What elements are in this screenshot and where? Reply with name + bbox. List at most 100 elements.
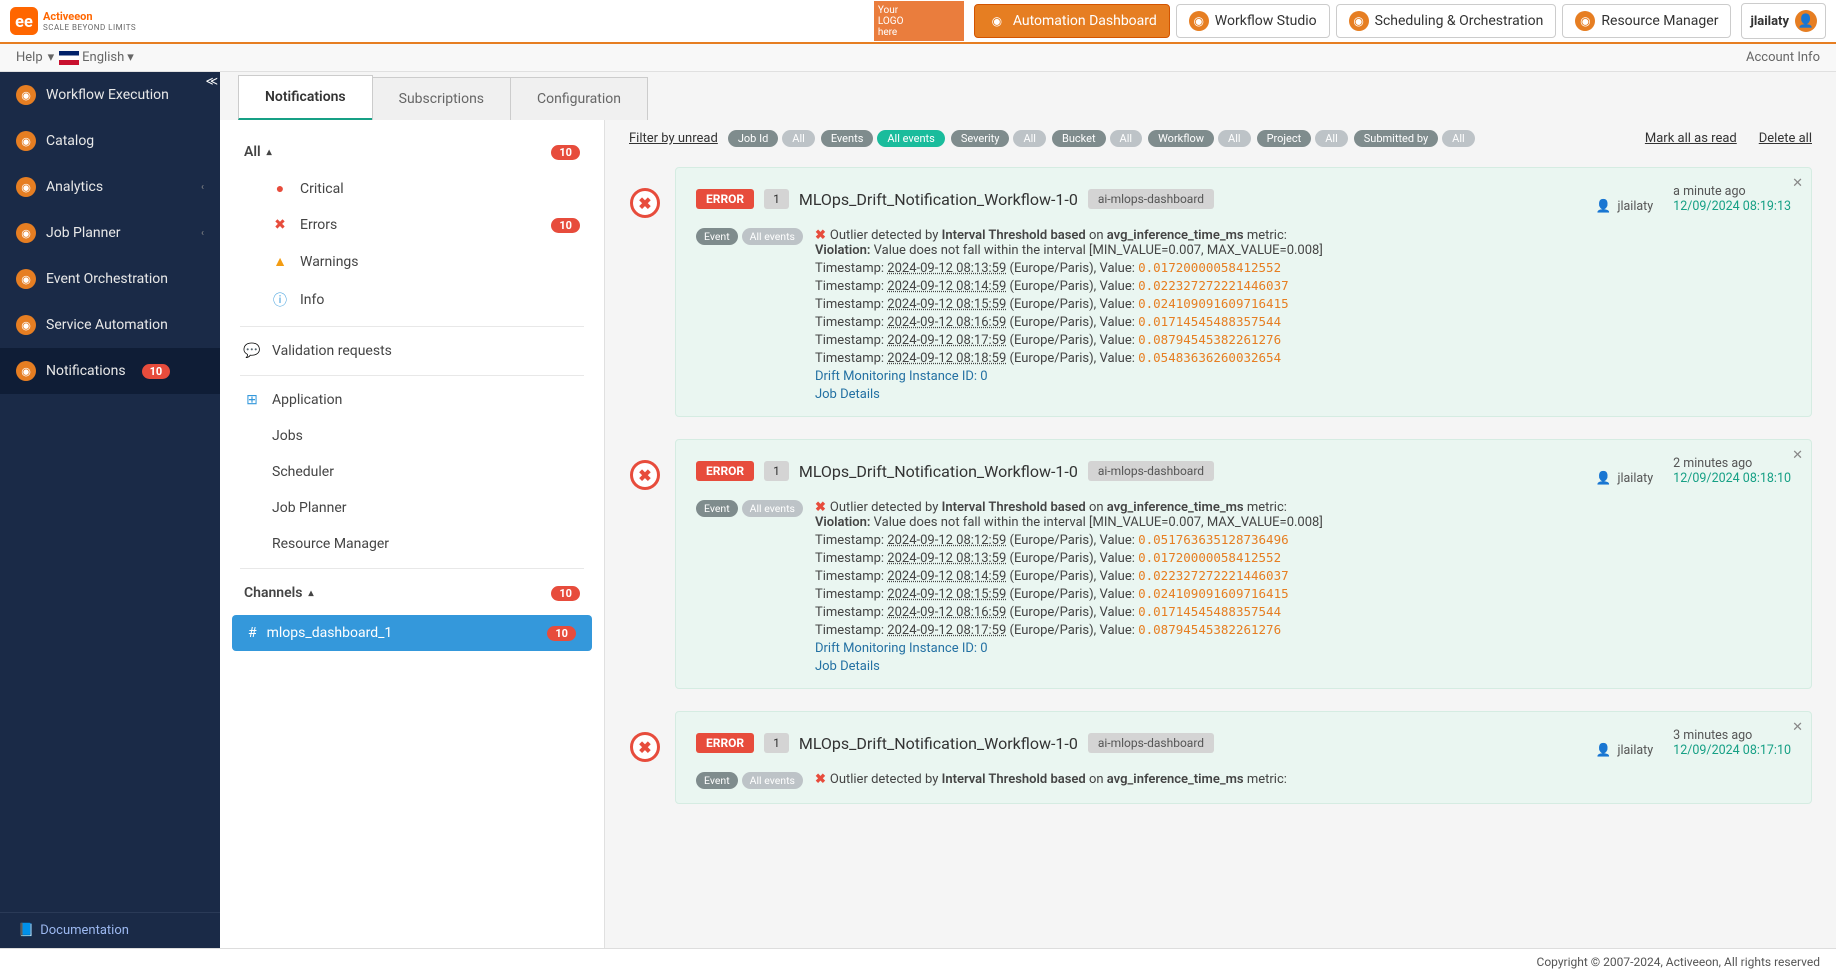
event-chip-option[interactable]: All events: [742, 772, 803, 789]
nav-btn-workflow-studio[interactable]: ◉Workflow Studio: [1176, 4, 1330, 38]
filter-warnings[interactable]: ▲Warnings: [220, 243, 604, 280]
filter-validation-requests[interactable]: 💬 Validation requests: [220, 333, 604, 369]
nav-label: Resource Manager: [1601, 13, 1718, 29]
collapse-sidebar-icon[interactable]: ≪: [205, 74, 218, 88]
user-menu[interactable]: jlailaty 👤: [1741, 3, 1826, 39]
card-body: EventAll events✖Outlier detected by Inte…: [696, 486, 1791, 674]
severity-badge: ERROR: [696, 189, 754, 209]
timestamp-value: 2024-09-12 08:15:59: [887, 297, 1006, 312]
filter-by-unread-link[interactable]: Filter by unread: [629, 131, 718, 146]
filter-sub-job-planner[interactable]: Job Planner: [220, 490, 604, 526]
filter-info[interactable]: ⓘInfo: [220, 280, 604, 320]
help-menu[interactable]: Help ▾: [16, 50, 54, 65]
channel-mlops_dashboard_1[interactable]: #mlops_dashboard_110: [232, 615, 592, 651]
event-chip-label[interactable]: Event: [696, 228, 738, 245]
sidebar-item-label: Catalog: [46, 133, 94, 149]
event-chip-option[interactable]: All events: [742, 500, 803, 517]
dismiss-icon[interactable]: ✖: [630, 460, 660, 490]
metric-value: 0.022327272221446037: [1138, 568, 1289, 583]
filter-all[interactable]: All ▴ 10: [220, 134, 604, 170]
chip-group-bucket: BucketAll: [1052, 130, 1142, 147]
mark-all-read-link[interactable]: Mark all as read: [1645, 131, 1737, 146]
filter-application[interactable]: ⊞ Application: [220, 382, 604, 418]
chip-option[interactable]: All: [1218, 130, 1251, 147]
hash-icon: #: [248, 625, 257, 641]
instance-link[interactable]: Drift Monitoring Instance ID: 0: [815, 369, 1323, 384]
top-nav: ◉Automation Dashboard◉Workflow Studio◉Sc…: [974, 4, 1732, 38]
outlier-post: metric:: [1244, 500, 1287, 515]
severity-label: Warnings: [300, 254, 359, 270]
chip-option[interactable]: All: [1013, 130, 1046, 147]
chip-label[interactable]: Bucket: [1052, 130, 1106, 147]
sidebar-item-service-automation[interactable]: ◉Service Automation: [0, 302, 220, 348]
dismiss-icon[interactable]: ✖: [630, 732, 660, 762]
instance-link[interactable]: Drift Monitoring Instance ID: 0: [815, 641, 1323, 656]
account-info-link[interactable]: Account Info: [1746, 50, 1820, 65]
filter-sub-jobs[interactable]: Jobs: [220, 418, 604, 454]
card-body-text: ✖Outlier detected by Interval Threshold …: [815, 772, 1287, 787]
language-menu[interactable]: English ▾: [59, 50, 134, 65]
chip-label[interactable]: Job Id: [728, 130, 778, 147]
filter-errors[interactable]: ✖Errors10: [220, 207, 604, 243]
chevron-up-icon: ▴: [267, 147, 272, 158]
timestamp-value: 2024-09-12 08:17:59: [887, 333, 1006, 348]
workflow-title: MLOps_Drift_Notification_Workflow-1-0: [799, 190, 1078, 209]
timestamp-row: Timestamp: 2024-09-12 08:15:59 (Europe/P…: [815, 296, 1323, 312]
outlier-on: on: [1086, 500, 1107, 515]
filter-sub-scheduler[interactable]: Scheduler: [220, 454, 604, 490]
nav-label: Workflow Studio: [1215, 13, 1317, 29]
chip-label[interactable]: Events: [821, 130, 874, 147]
absolute-time: 12/09/2024 08:18:10: [1673, 471, 1791, 486]
close-icon[interactable]: ✕: [1792, 720, 1803, 735]
close-icon[interactable]: ✕: [1792, 448, 1803, 463]
filter-all-count: 10: [551, 145, 580, 160]
sidebar-item-job-planner[interactable]: ◉Job Planner‹: [0, 210, 220, 256]
sidebar-item-event-orchestration[interactable]: ◉Event Orchestration: [0, 256, 220, 302]
chip-group-workflow: WorkflowAll: [1148, 130, 1251, 147]
sub-label: Job Planner: [272, 500, 347, 516]
sidebar-item-analytics[interactable]: ◉Analytics‹: [0, 164, 220, 210]
chip-option[interactable]: All: [1315, 130, 1348, 147]
sidebar-item-notifications[interactable]: ◉Notifications10: [0, 348, 220, 394]
timestamp-value: 2024-09-12 08:18:59: [887, 351, 1006, 366]
tab-configuration[interactable]: Configuration: [510, 77, 648, 120]
card-body-text: ✖Outlier detected by Interval Threshold …: [815, 228, 1323, 402]
chip-option[interactable]: All events: [877, 130, 944, 147]
nav-btn-automation-dashboard[interactable]: ◉Automation Dashboard: [974, 4, 1170, 38]
filter-sub-resource-manager[interactable]: Resource Manager: [220, 526, 604, 562]
tab-notifications[interactable]: Notifications: [238, 75, 373, 120]
event-chip-label[interactable]: Event: [696, 772, 738, 789]
event-chip-label[interactable]: Event: [696, 500, 738, 517]
delete-all-link[interactable]: Delete all: [1759, 131, 1812, 146]
brand-name: Activeeon: [43, 10, 93, 23]
close-icon[interactable]: ✕: [1792, 176, 1803, 191]
severity-icon: ⓘ: [272, 290, 288, 310]
job-details-link[interactable]: Job Details: [815, 659, 1323, 674]
documentation-link[interactable]: 📘 Documentation: [0, 912, 220, 948]
chip-label[interactable]: Project: [1257, 130, 1312, 147]
chat-icon: 💬: [244, 343, 260, 359]
error-x-icon: ✖: [815, 500, 826, 515]
chip-label[interactable]: Severity: [951, 130, 1010, 147]
dismiss-icon[interactable]: ✖: [630, 188, 660, 218]
sub-label: Resource Manager: [272, 536, 389, 552]
filter-critical[interactable]: ●Critical: [220, 170, 604, 207]
notification-card: ✖ERROR1MLOps_Drift_Notification_Workflow…: [675, 439, 1812, 689]
filter-channels[interactable]: Channels ▴ 10: [220, 575, 604, 611]
chip-label[interactable]: Submitted by: [1354, 130, 1438, 147]
job-details-link[interactable]: Job Details: [815, 387, 1323, 402]
chip-option[interactable]: All: [1442, 130, 1475, 147]
sidebar-item-workflow-execution[interactable]: ◉Workflow Execution: [0, 72, 220, 118]
chip-label[interactable]: Workflow: [1148, 130, 1214, 147]
event-chip-option[interactable]: All events: [742, 228, 803, 245]
timestamp-row: Timestamp: 2024-09-12 08:13:59 (Europe/P…: [815, 260, 1323, 276]
sidebar-item-catalog[interactable]: ◉Catalog: [0, 118, 220, 164]
sidebar-item-label: Job Planner: [46, 225, 121, 241]
chip-option[interactable]: All: [782, 130, 815, 147]
brand-logo[interactable]: ee Activeeon SCALE BEYOND LIMITS: [10, 7, 136, 35]
nav-btn-resource-manager[interactable]: ◉Resource Manager: [1562, 4, 1731, 38]
tab-subscriptions[interactable]: Subscriptions: [372, 77, 511, 120]
nav-btn-scheduling-&-orchestration[interactable]: ◉Scheduling & Orchestration: [1336, 4, 1557, 38]
chip-option[interactable]: All: [1110, 130, 1143, 147]
timestamp-row: Timestamp: 2024-09-12 08:18:59 (Europe/P…: [815, 350, 1323, 366]
